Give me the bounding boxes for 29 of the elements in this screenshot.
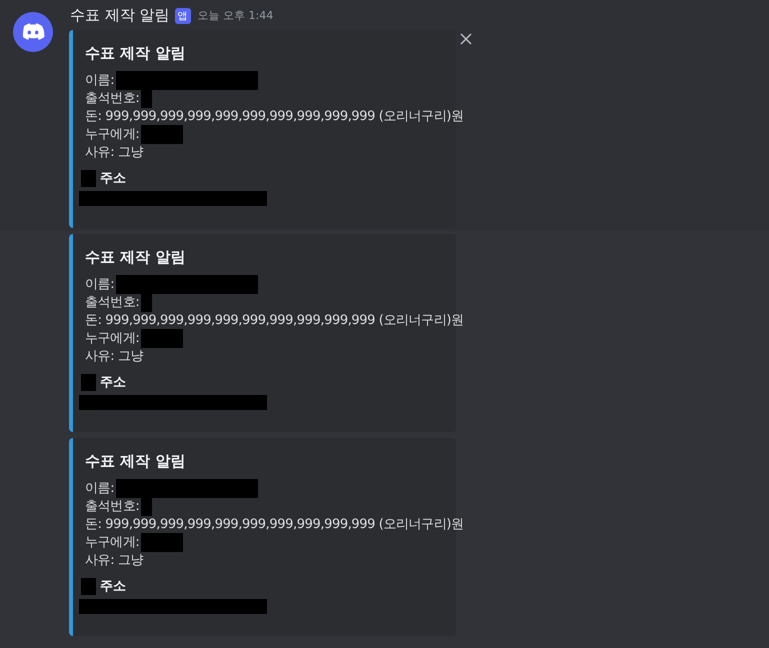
embed-text: 돈: 999,999,999,999,999,999,999,999,999,999 (오리너구리)원 <box>85 312 464 329</box>
embed-text: 사유: 그냥 <box>85 348 144 365</box>
embed-text: 이름: <box>85 480 114 497</box>
author-name[interactable]: 수표 제작 알림 <box>70 6 170 25</box>
field-name: 주소 <box>100 578 126 595</box>
embed-title: 수표 제작 알림 <box>85 248 186 267</box>
embed-text: 누구에게: <box>85 126 140 143</box>
embed-text: 돈: 999,999,999,999,999,999,999,999,999,999 (오리너구리)원 <box>85 108 464 125</box>
embed-text: 누구에게: <box>85 534 140 551</box>
embed-title: 수표 제작 알림 <box>85 44 186 63</box>
close-icon[interactable] <box>460 33 472 45</box>
embed-text: 출석번호: <box>85 90 140 107</box>
embed-text: 누구에게: <box>85 330 140 347</box>
embed-text: 돈: 999,999,999,999,999,999,999,999,999,999 (오리너구리)원 <box>85 516 464 533</box>
redaction-bar <box>81 374 96 390</box>
field-name: 주소 <box>100 374 126 391</box>
embed-text: 출석번호: <box>85 294 140 311</box>
field-name: 주소 <box>100 170 126 187</box>
bot-avatar-icon[interactable] <box>13 12 53 52</box>
embed-text: 이름: <box>85 72 114 89</box>
redaction-bar <box>81 578 96 594</box>
embed-title: 수표 제작 알림 <box>85 452 186 471</box>
embed-text: 사유: 그냥 <box>85 552 144 569</box>
embed-text: 이름: <box>85 276 114 293</box>
embed-text: 출석번호: <box>85 498 140 515</box>
embed-text: 사유: 그냥 <box>85 144 144 161</box>
redaction-bar <box>81 170 96 186</box>
timestamp: 오늘 오후 1:44 <box>198 8 274 23</box>
app-badge: 앱 <box>174 8 191 24</box>
